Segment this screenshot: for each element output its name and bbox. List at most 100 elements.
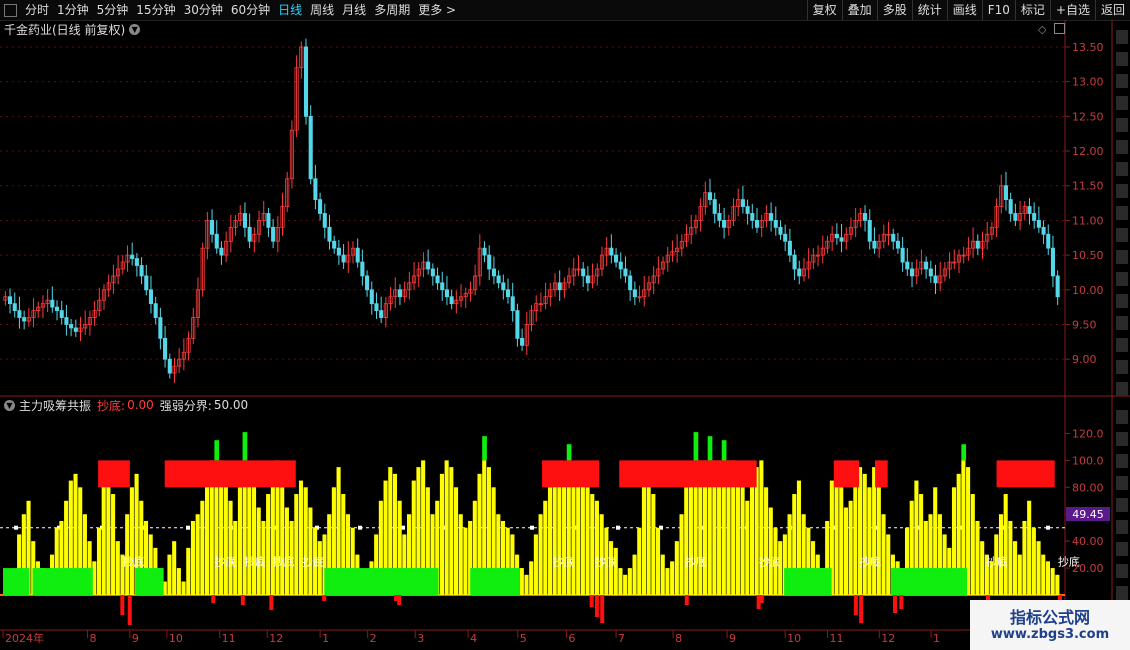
- indicator-bar: [1013, 541, 1018, 595]
- tab-period[interactable]: 月线: [338, 0, 370, 20]
- date-label: 10: [169, 632, 183, 645]
- candle-body: [148, 289, 154, 305]
- tab-period[interactable]: 周线: [306, 0, 338, 20]
- tab-period-active[interactable]: 日线: [274, 0, 306, 20]
- tab-more[interactable]: 更多 >: [414, 0, 460, 20]
- signal-label: 抄底:: [97, 398, 126, 413]
- price-tick-label: 11.00: [1072, 214, 1104, 227]
- indicator-bar: [303, 487, 308, 595]
- window-toggle-icon[interactable]: [4, 3, 17, 17]
- buy-signal-label: 抄底: [302, 554, 324, 568]
- f10-button[interactable]: F10: [981, 0, 1015, 20]
- negative-bar: [127, 595, 132, 625]
- indicator-name: 主力吸筹共振: [19, 398, 92, 413]
- price-axis: 13.50 13.00 12.50 12.00 11.50 11.00 10.50 10.00…: [1065, 41, 1104, 366]
- price-tick-label: 10.00: [1072, 284, 1104, 297]
- diamond-icon[interactable]: ◇: [1038, 23, 1046, 36]
- negative-bar: [397, 595, 402, 605]
- candle-body: [740, 199, 745, 207]
- indicator-bar: [759, 460, 764, 595]
- watermark-url: www.zbgs3.com: [990, 627, 1110, 642]
- indicator-bar: [735, 473, 740, 595]
- candle-body: [59, 310, 64, 318]
- candle-body: [975, 240, 980, 249]
- indicator-bar: [1050, 568, 1055, 595]
- date-axis: 2024年 8 9 10 11 12 1 2 3 4 5 6 7 8 9 10 11 12 1: [2, 630, 940, 645]
- indicator-bar: [876, 487, 881, 595]
- side-panel-cell: [1116, 118, 1128, 132]
- indicator-bar: [284, 507, 289, 595]
- mark-button[interactable]: 标记: [1014, 0, 1050, 20]
- price-tick-label: 11.50: [1072, 180, 1104, 193]
- candle-body: [623, 268, 628, 277]
- candle-body: [792, 254, 797, 270]
- candle-body: [397, 289, 403, 298]
- side-panel-cell: [1116, 382, 1128, 396]
- indicator-bar: [1022, 520, 1027, 595]
- indicator-bar: [1041, 554, 1046, 595]
- date-label: 1: [933, 632, 940, 645]
- indicator-bar: [529, 561, 534, 595]
- indicator-bar: [1003, 494, 1008, 595]
- tab-period[interactable]: 5分钟: [93, 0, 133, 20]
- indicator-bar: [92, 561, 97, 595]
- candle-body: [308, 115, 313, 180]
- tab-period[interactable]: 30分钟: [180, 0, 227, 20]
- indicator-bar: [449, 467, 454, 595]
- green-zone-block: [324, 568, 439, 595]
- tab-period[interactable]: 分时: [21, 0, 53, 20]
- red-zone-block: [875, 460, 888, 488]
- chevron-down-icon[interactable]: ▼: [4, 399, 15, 411]
- chart-canvas[interactable]: 13.5013.0012.5012.0011.5011.0010.5010.00…: [0, 20, 1130, 650]
- candle-body: [369, 289, 374, 305]
- indicator-bar: [298, 480, 304, 595]
- date-label: 3: [417, 632, 424, 645]
- indicator-bar: [1027, 500, 1032, 595]
- candle-body: [783, 233, 788, 242]
- candle-body: [909, 268, 915, 277]
- add-watchlist-button[interactable]: +自选: [1049, 0, 1095, 20]
- indicator-bar: [665, 568, 670, 595]
- indicator-bar: [237, 487, 242, 595]
- indicator-bar: [1017, 554, 1022, 595]
- date-label: 11: [829, 632, 843, 645]
- indicator-bar: [294, 494, 299, 595]
- maximize-icon[interactable]: [1054, 23, 1065, 34]
- indicator-bar: [167, 554, 172, 595]
- date-label: 7: [618, 632, 625, 645]
- boundary-label: 强弱分界:: [159, 398, 212, 413]
- candle-body: [64, 317, 69, 325]
- candle-body: [707, 192, 713, 200]
- tab-period[interactable]: 15分钟: [132, 0, 179, 20]
- back-button[interactable]: 返回: [1094, 0, 1130, 20]
- candle-body: [379, 310, 384, 318]
- side-panel-cell: [1116, 498, 1128, 512]
- fuquan-button[interactable]: 复权: [806, 0, 842, 20]
- tab-period[interactable]: 1分钟: [53, 0, 93, 20]
- draw-line-button[interactable]: 画线: [946, 0, 982, 20]
- candle-body: [754, 220, 760, 228]
- candle-body: [332, 240, 337, 249]
- date-label: 9: [132, 632, 139, 645]
- tab-period[interactable]: 多周期: [370, 0, 414, 20]
- negative-bar: [240, 595, 245, 605]
- indicator-bar: [594, 500, 600, 595]
- candle-body: [1003, 185, 1009, 200]
- candle-body: [862, 213, 868, 221]
- tab-period[interactable]: 60分钟: [227, 0, 274, 20]
- signal-value: 0.00: [127, 398, 154, 412]
- negative-bar: [892, 595, 897, 613]
- multi-stock-button[interactable]: 多股: [876, 0, 912, 20]
- period-tabs: 分时 1分钟 5分钟 15分钟 30分钟 60分钟 日线 周线 月线 多周期 更…: [2, 0, 460, 20]
- buy-signal-label: 抄底: [685, 554, 707, 568]
- candle-body: [266, 213, 271, 228]
- date-label: 8: [90, 632, 97, 645]
- chevron-down-icon[interactable]: ▼: [129, 23, 141, 35]
- overlay-button[interactable]: 叠加: [841, 0, 877, 20]
- side-panel-cell: [1116, 96, 1128, 110]
- candle-body: [449, 296, 454, 305]
- boundary-dot: [14, 525, 18, 530]
- statistics-button[interactable]: 统计: [911, 0, 947, 20]
- candle-body: [933, 275, 938, 284]
- candle-body: [1027, 206, 1032, 214]
